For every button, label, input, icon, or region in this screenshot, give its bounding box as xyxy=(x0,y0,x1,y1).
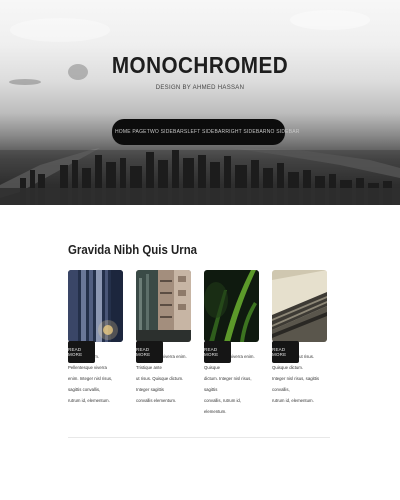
post-card: Tristique ante ut risus. Quisque dictum.… xyxy=(272,270,327,406)
post-thumbnail[interactable] xyxy=(204,270,259,342)
read-more-button[interactable]: READ MORE xyxy=(136,341,163,363)
main-content: Gravida Nibh Quis Urna Quisque dictum. P… xyxy=(0,205,400,500)
read-more-button[interactable]: READ MORE xyxy=(204,341,231,363)
header-banner: MONOCHROMED DESIGN BY AHMED HASSAN HOME … xyxy=(0,0,400,205)
post-card: Quisque dictum. Pellentesque viverra eni… xyxy=(68,270,123,406)
site-title[interactable]: MONOCHROMED xyxy=(20,52,380,79)
section-divider xyxy=(68,437,330,438)
section-heading: Gravida Nibh Quis Urna xyxy=(68,242,198,257)
main-nav: HOME PAGE TWO SIDEBARS LEFT SIDEBAR RIGH… xyxy=(112,119,299,145)
post-card: Pellentesque viverra enim. Tristique ant… xyxy=(136,270,191,406)
post-thumbnail[interactable] xyxy=(68,270,123,342)
post-thumbnail[interactable] xyxy=(136,270,191,342)
site-tagline: DESIGN BY AHMED HASSAN xyxy=(155,85,245,91)
nav-item-no-sidebar[interactable]: NO SIDEBAR xyxy=(267,129,300,135)
city-skyline-image xyxy=(0,10,400,205)
nav-item-right-sidebar[interactable]: RIGHT SIDEBAR xyxy=(225,129,266,135)
nav-item-home-page[interactable]: HOME PAGE xyxy=(115,129,147,135)
read-more-button[interactable]: READ MORE xyxy=(68,341,95,363)
nav-item-left-sidebar[interactable]: LEFT SIDEBAR xyxy=(187,129,225,135)
post-thumbnail[interactable] xyxy=(272,270,327,342)
read-more-button[interactable]: READ MORE xyxy=(272,341,299,363)
nav-item-two-sidebars[interactable]: TWO SIDEBARS xyxy=(147,129,188,135)
